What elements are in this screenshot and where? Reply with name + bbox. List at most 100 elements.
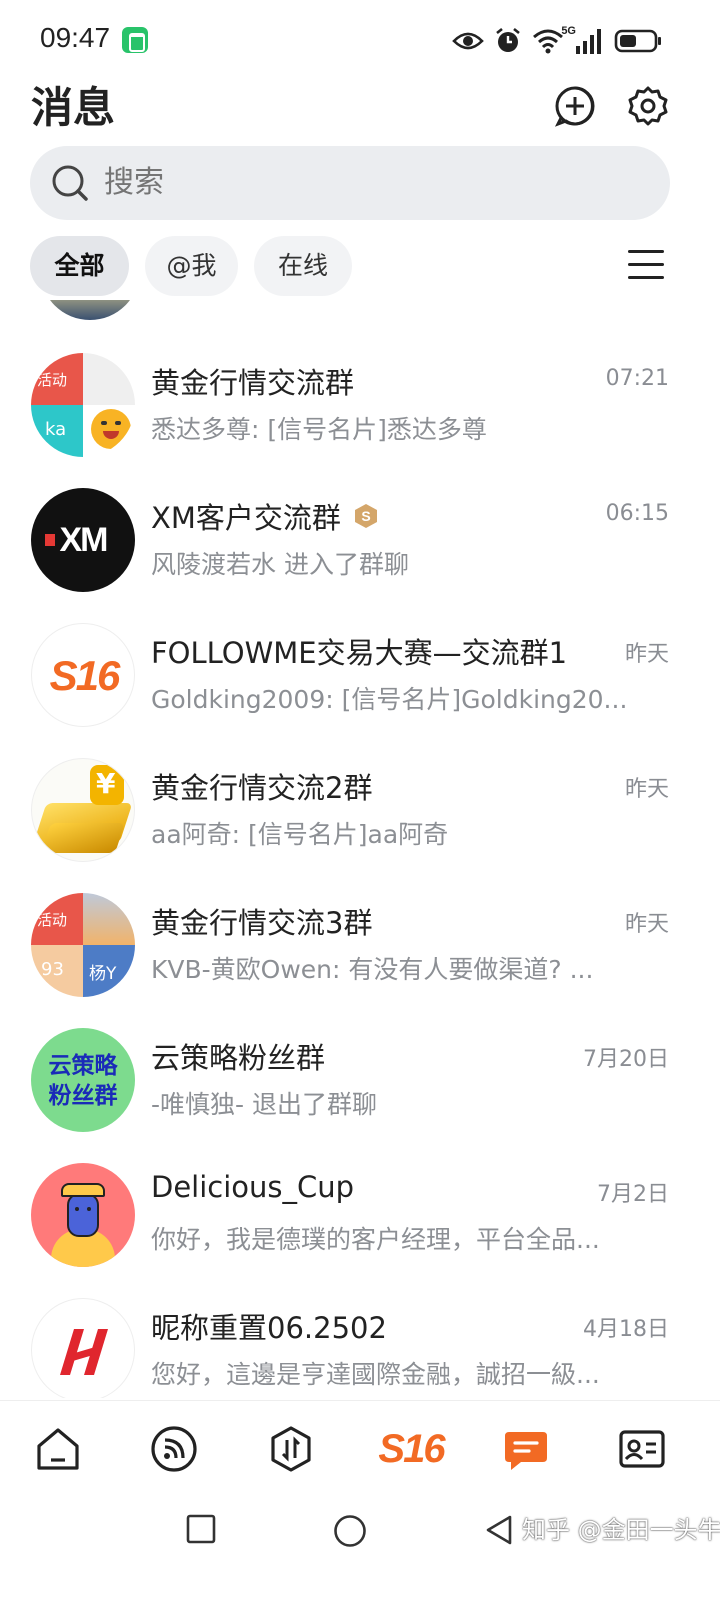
conversation-title: Delicious_Cup [151,1170,354,1204]
conversation-list: 活动 ka 黄金行情交流群 07:21 悉达多尊: [信号名片]悉达多尊 XM … [0,300,720,1398]
conversation-preview: 你好，我是德璞的客户经理，平台全品... [151,1225,600,1254]
conversation-title: 黄金行情交流3群 [151,900,372,942]
svg-text:S: S [361,508,370,524]
add-button[interactable] [553,84,597,128]
conversation-title: 云策略粉丝群 [151,1035,325,1077]
conversation-row[interactable]: S16 FOLLOWME交易大赛—交流群1 昨天 Goldking2009: [… [0,620,720,754]
contacts-icon [619,1430,665,1468]
avatar: 活动 ka [31,353,135,457]
conversation-time: 昨天 [624,777,669,802]
verified-badge-icon: S [354,504,377,528]
trade-icon [271,1426,311,1472]
conversation-title: 昵称重置06.2502 [151,1305,387,1347]
conversation-name: 黄金行情交流2群 [151,771,373,805]
avatar-tag: 活动 [37,911,68,929]
conversation-title: FOLLOWME交易大赛—交流群1 [151,630,567,672]
conversation-name: 黄金行情交流群 [151,366,355,400]
conversation-name: Delicious_Cup [151,1170,355,1204]
conversation-name: 昵称重置06.2502 [151,1311,387,1345]
conversation-name: FOLLOWME交易大赛—交流群1 [151,636,568,670]
status-time: 09:47 [40,22,111,53]
settings-button[interactable] [626,84,670,128]
conversation-preview: KVB-黄欧Owen: 有没有人要做渠道? ... [151,955,594,984]
avatar: 云策略 粉丝群 [31,1028,135,1132]
search-icon [52,165,88,201]
avatar: XM [31,488,135,592]
menu-button[interactable] [628,248,666,282]
status-icons [452,24,664,58]
conversation-row[interactable]: 云策略 粉丝群 云策略粉丝群 7月20日 -唯慎独- 退出了群聊 [0,1025,720,1159]
conversation-time: 06:15 [605,501,669,526]
gear-icon [628,86,668,126]
nav-contacts[interactable] [612,1419,672,1479]
nav-messages[interactable] [496,1419,556,1479]
add-chat-icon [554,86,595,127]
conversation-preview: 悉达多尊: [信号名片]悉达多尊 [151,415,487,444]
conversation-row[interactable]: ¥ 黄金行情交流2群 昨天 aa阿奇: [信号名片]aa阿奇 [0,755,720,889]
filter-chip-mentions[interactable]: @我 [145,236,238,296]
avatar: S16 [31,623,135,727]
avatar: 活动 93 杨Y [31,893,135,997]
home-button[interactable] [333,1514,367,1548]
conversation-title: XM客户交流群 S [151,495,379,537]
conversation-time: 4月18日 [583,1317,669,1342]
conversation-time: 昨天 [624,642,669,667]
page-title: 消息 [31,83,116,132]
avatar-text: 云策略 [48,1053,118,1079]
filter-chip-online[interactable]: 在线 [254,236,352,296]
conversation-row[interactable]: XM XM客户交流群 S 06:15 风陵渡若水 进入了群聊 [0,485,720,619]
conversation-time: 7月2日 [597,1182,669,1207]
search-box[interactable] [30,146,670,220]
eye-icon [452,32,484,50]
avatar-tag: ka [45,419,67,440]
recents-button[interactable] [186,1514,216,1544]
hantec-logo-icon [60,1329,108,1375]
conversation-time: 昨天 [624,912,669,937]
avatar-tag: 杨Y [89,964,117,984]
wifi-icon [533,29,563,54]
s16-logo: S16 [378,1426,445,1471]
signal-icon [576,29,601,54]
conversation-name: XM客户交流群 [151,501,341,535]
s16-logo: S16 [49,652,121,699]
status-bar: 09:47 5G [0,0,720,80]
conversation-row[interactable]: Delicious_Cup 7月2日 你好，我是德璞的客户经理，平台全品... [0,1160,720,1294]
conversation-row[interactable]: 昵称重置06.2502 4月18日 您好，這邊是亨達國際金融，誠招一級... [0,1295,720,1398]
feed-icon [151,1426,197,1472]
avatar-tag: 93 [41,959,64,980]
conversation-preview: 风陵渡若水 进入了群聊 [151,550,409,579]
watermark: 知乎 @金田一头牛 [522,1516,720,1544]
avatar [31,1163,135,1267]
header: 消息 [0,80,720,142]
home-icon [37,1428,79,1470]
conversation-preview: -唯慎独- 退出了群聊 [151,1090,377,1119]
app-notification-icon [122,27,148,53]
alarm-icon [496,27,520,52]
battery-icon [614,29,661,53]
conversation-time: 7月20日 [583,1047,669,1072]
conversation-time: 07:21 [605,366,669,391]
conversation-title: 黄金行情交流群 [151,360,354,402]
avatar [40,300,140,320]
filter-bar: 全部 @我 在线 [0,236,720,296]
avatar-text: 粉丝群 [48,1083,118,1109]
conversation-preview: aa阿奇: [信号名片]aa阿奇 [151,820,449,849]
nav-home[interactable] [28,1419,88,1479]
conversation-preview: Goldking2009: [信号名片]Goldking20... [151,685,628,714]
conversation-row[interactable]: 活动 93 杨Y 黄金行情交流3群 昨天 KVB-黄欧Owen: 有没有人要做渠… [0,890,720,1024]
back-button[interactable] [484,1514,514,1546]
avatar: ¥ [31,758,135,862]
conversation-name: 黄金行情交流3群 [151,906,373,940]
conversation-row[interactable]: 活动 ka 黄金行情交流群 07:21 悉达多尊: [信号名片]悉达多尊 [0,350,720,484]
nav-trade[interactable] [261,1419,321,1479]
search-input[interactable] [104,146,644,220]
conversation-preview: 您好，這邊是亨達國際金融，誠招一級... [151,1360,600,1389]
messages-icon [505,1432,547,1470]
conversation-name: 云策略粉丝群 [151,1041,326,1075]
conversation-title: 黄金行情交流2群 [151,765,372,807]
filter-chip-all[interactable]: 全部 [30,236,129,296]
avatar [31,1298,135,1398]
avatar-tag: 活动 [37,371,68,389]
nav-s16[interactable]: S16 [373,1419,449,1479]
nav-feed[interactable] [144,1419,204,1479]
